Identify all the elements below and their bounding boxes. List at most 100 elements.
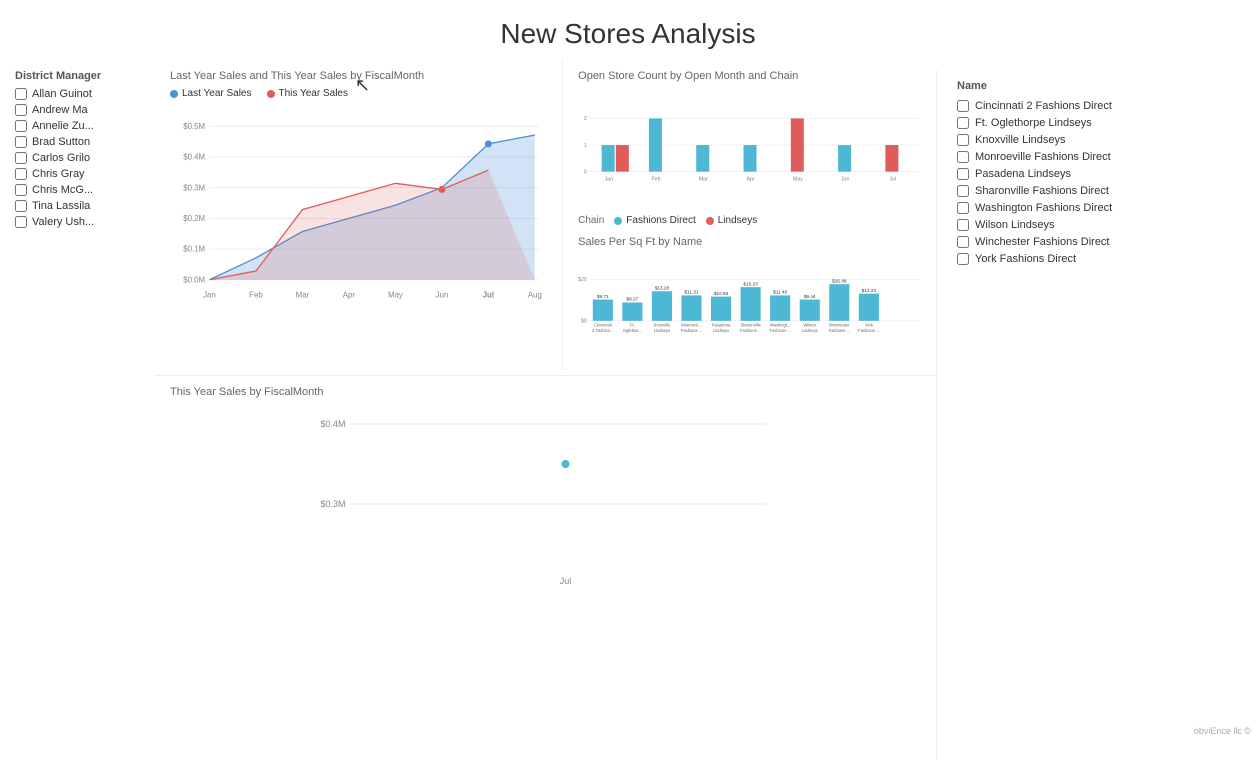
name-list-label: Knoxville Lindseys (975, 134, 1066, 146)
name-list-label: Winchester Fashions Direct (975, 236, 1110, 248)
sidebar-item[interactable]: Andrew Ma (15, 104, 145, 116)
district-manager-filter: District Manager Allan Guinot Andrew Ma An… (0, 60, 155, 760)
svg-text:$0.4M: $0.4M (320, 419, 345, 429)
sidebar-checkbox[interactable] (15, 120, 27, 132)
line-chart-title: Last Year Sales and This Year Sales by F… (170, 70, 547, 82)
name-list-item[interactable]: Monroeville Fashions Direct (957, 151, 1236, 163)
name-list-checkbox[interactable] (957, 134, 969, 146)
name-list-item[interactable]: Knoxville Lindseys (957, 134, 1236, 146)
name-list-checkbox[interactable] (957, 253, 969, 265)
name-list-checkbox[interactable] (957, 219, 969, 231)
name-list-item[interactable]: Winchester Fashions Direct (957, 236, 1236, 248)
svg-text:Lindseys: Lindseys (802, 328, 818, 333)
svg-text:Jun: Jun (841, 177, 850, 183)
svg-text:Monroevi...: Monroevi... (681, 323, 701, 328)
footer-text: obviEnce llc © (1189, 724, 1256, 738)
svg-text:Jul: Jul (889, 177, 896, 183)
svg-text:2 Fashion...: 2 Fashion... (592, 328, 614, 333)
svg-text:Lindseys: Lindseys (713, 328, 729, 333)
name-list-label: York Fashions Direct (975, 253, 1076, 265)
sidebar-item[interactable]: Annelie Zu... (15, 120, 145, 132)
svg-text:Aug: Aug (528, 290, 542, 299)
center-content: Last Year Sales and This Year Sales by F… (155, 60, 936, 760)
name-list-label: Sharonville Fashions Direct (975, 185, 1109, 197)
svg-text:May: May (388, 290, 403, 299)
svg-text:Fashions ...: Fashions ... (829, 328, 850, 333)
name-list-checkbox[interactable] (957, 117, 969, 129)
svg-text:Cincinnati: Cincinnati (594, 323, 612, 328)
sidebar-item[interactable]: Valery Ush... (15, 216, 145, 228)
svg-text:Fashions ...: Fashions ... (770, 328, 791, 333)
svg-text:Fashions ...: Fashions ... (858, 328, 879, 333)
page-title: New Stores Analysis (0, 0, 1256, 60)
sidebar-checkbox[interactable] (15, 184, 27, 196)
sidebar-checkbox[interactable] (15, 104, 27, 116)
svg-text:$9.71: $9.71 (597, 294, 609, 300)
highlight-dot-red (438, 186, 445, 193)
svg-text:Jul: Jul (560, 576, 572, 586)
name-list-checkbox[interactable] (957, 185, 969, 197)
name-list-checkbox[interactable] (957, 202, 969, 214)
svg-text:$20: $20 (578, 277, 587, 283)
svg-text:Jul: Jul (483, 290, 494, 299)
svg-text:Lindseys: Lindseys (654, 328, 670, 333)
sidebar-item-label: Tina Lassila (32, 200, 90, 212)
name-list-checkbox[interactable] (957, 151, 969, 163)
svg-text:$0.3M: $0.3M (320, 499, 345, 509)
svg-text:Feb: Feb (249, 290, 263, 299)
name-list-item[interactable]: Wilson Lindseys (957, 219, 1236, 231)
name-list-checkbox[interactable] (957, 236, 969, 248)
svg-text:Winchester: Winchester (829, 323, 850, 328)
right-top-charts: Open Store Count by Open Month and Chain… (562, 60, 936, 370)
sidebar-checkbox[interactable] (15, 216, 27, 228)
name-list-label: Washington Fashions Direct (975, 202, 1112, 214)
sqft-chart-svg: $20 $0 $9.71 Cincinnati 2 Fashion... $8.… (578, 254, 921, 364)
legend-dot-this-year (267, 90, 275, 98)
sidebar-checkbox[interactable] (15, 152, 27, 164)
bottom-line-chart: This Year Sales by FiscalMonth $0.4M $0.… (155, 375, 936, 755)
sidebar-checkbox[interactable] (15, 168, 27, 180)
name-list-item[interactable]: York Fashions Direct (957, 253, 1236, 265)
svg-text:$0.0M: $0.0M (183, 275, 205, 284)
svg-text:Fashions ...: Fashions ... (740, 328, 761, 333)
sidebar-title: District Manager (15, 70, 145, 82)
line-chart-svg: $0.5M $0.4M $0.3M $0.2M $0.1M $0.0M (170, 104, 547, 324)
bottom-chart-svg: $0.4M $0.3M Jul (170, 404, 921, 604)
sidebar-checkbox[interactable] (15, 136, 27, 148)
name-list-title: Name (957, 80, 1236, 92)
svg-text:May: May (793, 177, 803, 183)
name-list-label: Cincinnati 2 Fashions Direct (975, 100, 1112, 112)
sidebar-item[interactable]: Tina Lassila (15, 200, 145, 212)
sidebar-item[interactable]: Carlos Grilo (15, 152, 145, 164)
sidebar-item[interactable]: Chris McG... (15, 184, 145, 196)
svg-text:1: 1 (584, 143, 587, 149)
name-list-label: Ft. Oglethorpe Lindseys (975, 117, 1092, 129)
name-list-checkbox[interactable] (957, 100, 969, 112)
svg-text:$0.2M: $0.2M (183, 214, 205, 223)
legend-label-last-year: Last Year Sales (182, 88, 252, 99)
bottom-chart-title: This Year Sales by FiscalMonth (170, 386, 921, 398)
svg-text:Jun: Jun (436, 290, 449, 299)
name-list-item[interactable]: Cincinnati 2 Fashions Direct (957, 100, 1236, 112)
sidebar-item[interactable]: Brad Sutton (15, 136, 145, 148)
highlight-dot-blue (485, 140, 492, 147)
svg-text:Oglethor...: Oglethor... (623, 328, 642, 333)
svg-text:Wilson: Wilson (804, 323, 817, 328)
name-list-checkbox[interactable] (957, 168, 969, 180)
name-list-panel: Name Cincinnati 2 Fashions Direct Ft. Ogl… (936, 70, 1256, 760)
name-list-label: Monroeville Fashions Direct (975, 151, 1111, 163)
name-list-item[interactable]: Sharonville Fashions Direct (957, 185, 1236, 197)
svg-text:$0.3M: $0.3M (183, 183, 205, 192)
name-list-item[interactable]: Ft. Oglethorpe Lindseys (957, 117, 1236, 129)
sidebar-item[interactable]: Allan Guinot (15, 88, 145, 100)
svg-text:$15.23: $15.23 (744, 281, 759, 287)
name-list-label: Pasadena Lindseys (975, 168, 1071, 180)
sidebar-item[interactable]: Chris Gray (15, 168, 145, 180)
sidebar-checkbox[interactable] (15, 88, 27, 100)
name-list-item[interactable]: Pasadena Lindseys (957, 168, 1236, 180)
sidebar-item-label: Allan Guinot (32, 88, 92, 100)
sidebar-checkbox[interactable] (15, 200, 27, 212)
svg-text:$0: $0 (581, 319, 587, 325)
name-list-item[interactable]: Washington Fashions Direct (957, 202, 1236, 214)
bottom-chart-point (562, 460, 570, 468)
